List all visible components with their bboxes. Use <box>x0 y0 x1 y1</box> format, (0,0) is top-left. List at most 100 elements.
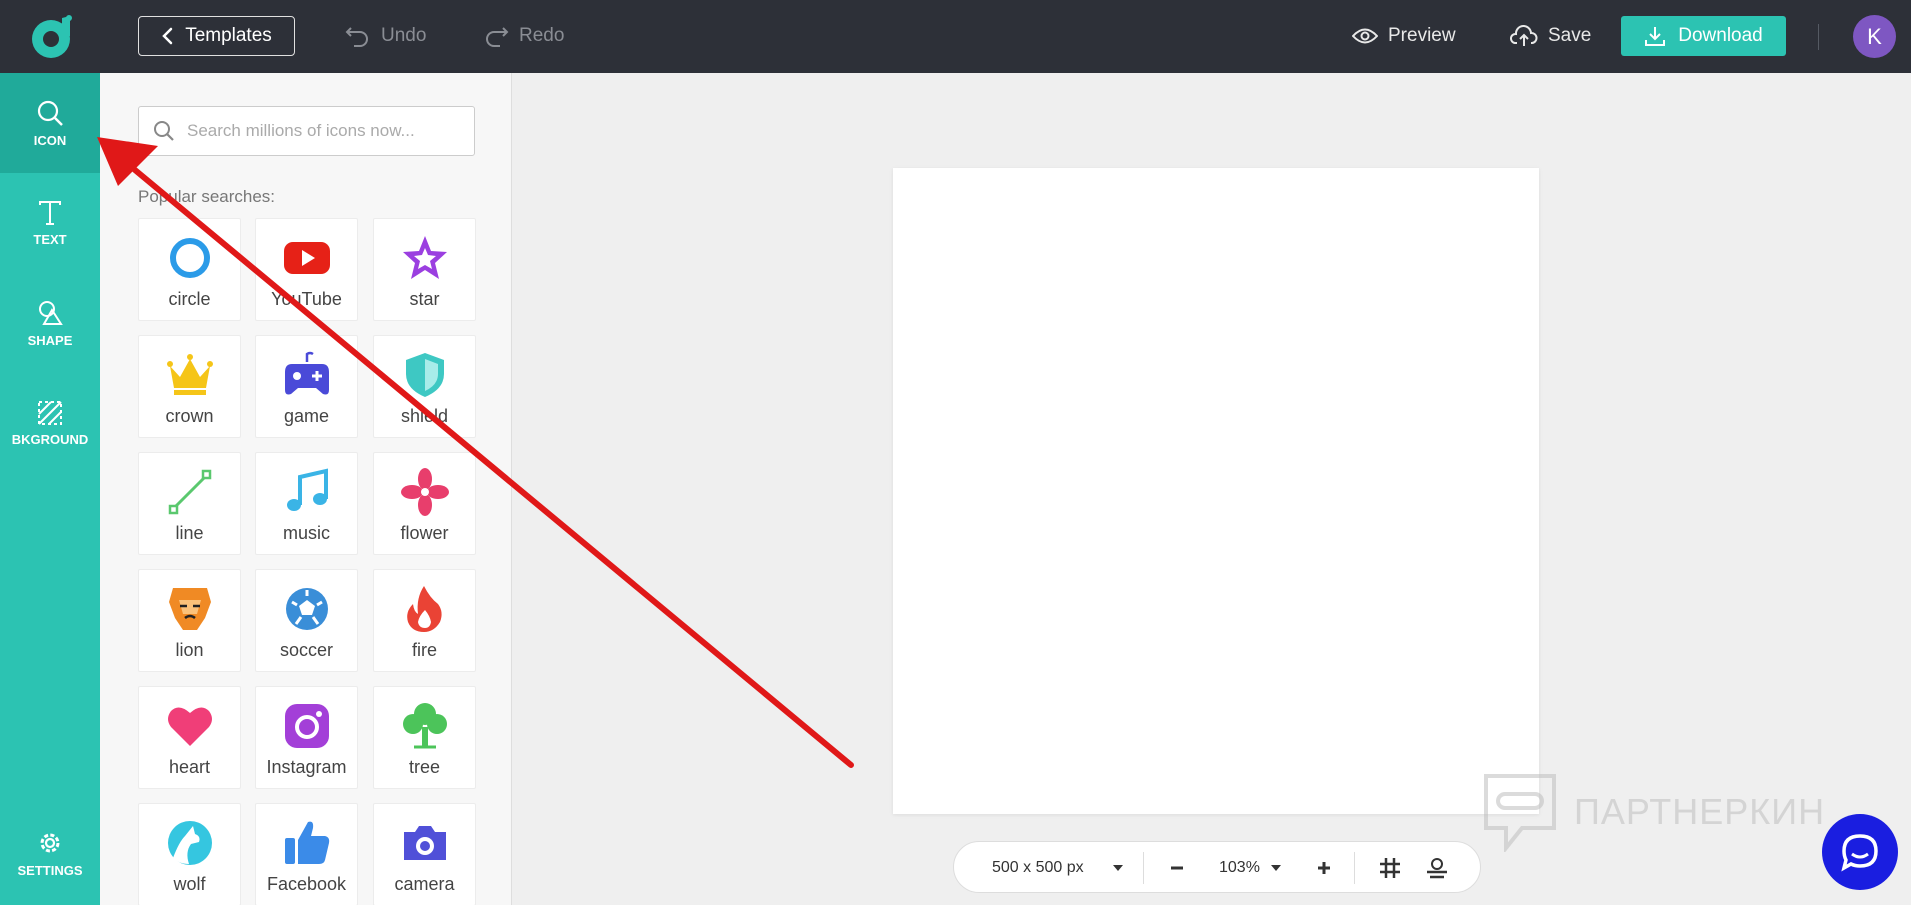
user-avatar[interactable]: K <box>1853 15 1896 58</box>
lion-icon <box>168 588 211 630</box>
icon-search-input[interactable] <box>187 121 457 141</box>
tile-label: game <box>283 406 330 426</box>
watermark-text: ПАРТНЕРКИН <box>1574 791 1826 832</box>
canvas-size-dropdown[interactable]: 500 x 500 px <box>992 842 1124 894</box>
icon-panel: Popular searches: circle YouTube star cr… <box>100 73 512 905</box>
thumbs-up-icon <box>284 821 329 864</box>
templates-button[interactable]: Templates <box>138 16 295 56</box>
icon-tile-shield[interactable]: shield <box>373 335 476 438</box>
zoom-in-button[interactable] <box>1316 842 1332 894</box>
download-button[interactable]: Download <box>1621 16 1786 56</box>
icon-tile-camera[interactable]: camera <box>373 803 476 905</box>
icon-tile-tree[interactable]: tree <box>373 686 476 789</box>
redo-label: Redo <box>519 25 565 46</box>
icon-tile-lion[interactable]: lion <box>138 569 241 672</box>
app-logo-icon[interactable] <box>28 12 76 60</box>
sidebar-item-label: SHAPE <box>27 332 73 348</box>
popular-searches-heading: Popular searches: <box>138 187 276 206</box>
tile-label: heart <box>168 757 211 777</box>
icon-tile-circle[interactable]: circle <box>138 218 241 321</box>
caret-down-icon <box>1270 865 1281 871</box>
line-icon <box>168 469 211 515</box>
sidebar-item-label: ICON <box>33 132 67 148</box>
caret-down-icon <box>1112 865 1123 871</box>
icon-search-box[interactable] <box>138 106 475 156</box>
icon-tile-game[interactable]: game <box>255 335 358 438</box>
heart-icon <box>167 707 212 746</box>
background-icon <box>38 400 62 425</box>
tile-label: lion <box>175 640 204 660</box>
sidebar-item-label: SETTINGS <box>17 862 83 878</box>
chat-bubble-icon <box>1841 834 1878 872</box>
toolbar-divider <box>1818 24 1819 50</box>
icon-tile-facebook[interactable]: Facebook <box>255 803 358 905</box>
search-icon <box>154 121 174 141</box>
redo-button[interactable]: Redo <box>483 22 564 50</box>
tile-label: shield <box>400 406 449 426</box>
sidebar-item-settings[interactable]: SETTINGS <box>0 803 100 903</box>
tile-label: star <box>409 289 440 309</box>
save-label: Save <box>1548 25 1592 46</box>
flower-icon <box>400 468 449 516</box>
canvas-size-value: 500 x 500 px <box>992 859 1084 876</box>
preview-label: Preview <box>1388 25 1456 46</box>
fire-icon <box>406 586 442 632</box>
tile-label: camera <box>394 874 455 894</box>
icon-tile-soccer[interactable]: soccer <box>255 569 358 672</box>
icon-tile-crown[interactable]: crown <box>138 335 241 438</box>
zoom-value: 103% <box>1219 859 1260 876</box>
chat-button[interactable] <box>1822 814 1898 890</box>
top-bar: Templates Undo Redo Preview Save Downloa… <box>0 0 1911 73</box>
gamepad-icon <box>284 351 329 395</box>
tree-icon <box>402 703 447 749</box>
search-icon <box>37 100 63 126</box>
sidebar-item-shape[interactable]: SHAPE <box>0 273 100 373</box>
tile-label: tree <box>408 757 441 777</box>
tile-label: fire <box>411 640 437 660</box>
grid-icon <box>1380 858 1400 878</box>
tile-label: Facebook <box>266 874 347 894</box>
icon-tile-heart[interactable]: heart <box>138 686 241 789</box>
camera-icon <box>403 826 446 860</box>
align-button[interactable] <box>1426 842 1448 894</box>
undo-icon <box>345 27 368 47</box>
sidebar-item-text[interactable]: TEXT <box>0 173 100 273</box>
sidebar-item-label: TEXT <box>33 231 67 247</box>
save-button[interactable]: Save <box>1510 22 1591 50</box>
tile-label: crown <box>165 406 214 426</box>
watermark: ПАРТНЕРКИН <box>1482 772 1825 852</box>
design-canvas[interactable] <box>893 168 1539 814</box>
download-icon <box>1645 27 1666 46</box>
tile-label: soccer <box>279 640 333 660</box>
watermark-logo-icon <box>1484 774 1556 852</box>
circle-icon <box>169 238 210 278</box>
icon-tile-star[interactable]: star <box>373 218 476 321</box>
shape-icon <box>39 300 63 325</box>
download-label: Download <box>1678 25 1763 46</box>
soccer-ball-icon <box>285 588 328 630</box>
sidebar-item-background[interactable]: BKGROUND <box>0 373 100 473</box>
sidebar-item-label: BKGROUND <box>11 431 89 447</box>
zoom-out-button[interactable] <box>1169 842 1185 894</box>
preview-button[interactable]: Preview <box>1352 22 1456 50</box>
icon-tile-line[interactable]: line <box>138 452 241 555</box>
music-note-icon <box>286 468 328 511</box>
grid-toggle-button[interactable] <box>1379 842 1401 894</box>
sidebar-item-icon[interactable]: ICON <box>0 73 100 173</box>
zoom-dropdown[interactable]: 103% <box>1219 842 1282 894</box>
icon-tile-youtube[interactable]: YouTube <box>255 218 358 321</box>
undo-button[interactable]: Undo <box>345 22 426 50</box>
gear-icon <box>40 833 60 852</box>
chevron-left-icon <box>162 27 173 45</box>
icon-tile-music[interactable]: music <box>255 452 358 555</box>
icon-tile-fire[interactable]: fire <box>373 569 476 672</box>
undo-label: Undo <box>381 25 427 46</box>
icon-tile-wolf[interactable]: wolf <box>138 803 241 905</box>
tile-label: circle <box>168 289 211 309</box>
plus-icon <box>1318 862 1330 874</box>
align-icon <box>1427 858 1447 879</box>
templates-label: Templates <box>185 25 272 46</box>
icon-tile-instagram[interactable]: Instagram <box>255 686 358 789</box>
icon-tile-flower[interactable]: flower <box>373 452 476 555</box>
eye-icon <box>1352 28 1378 44</box>
